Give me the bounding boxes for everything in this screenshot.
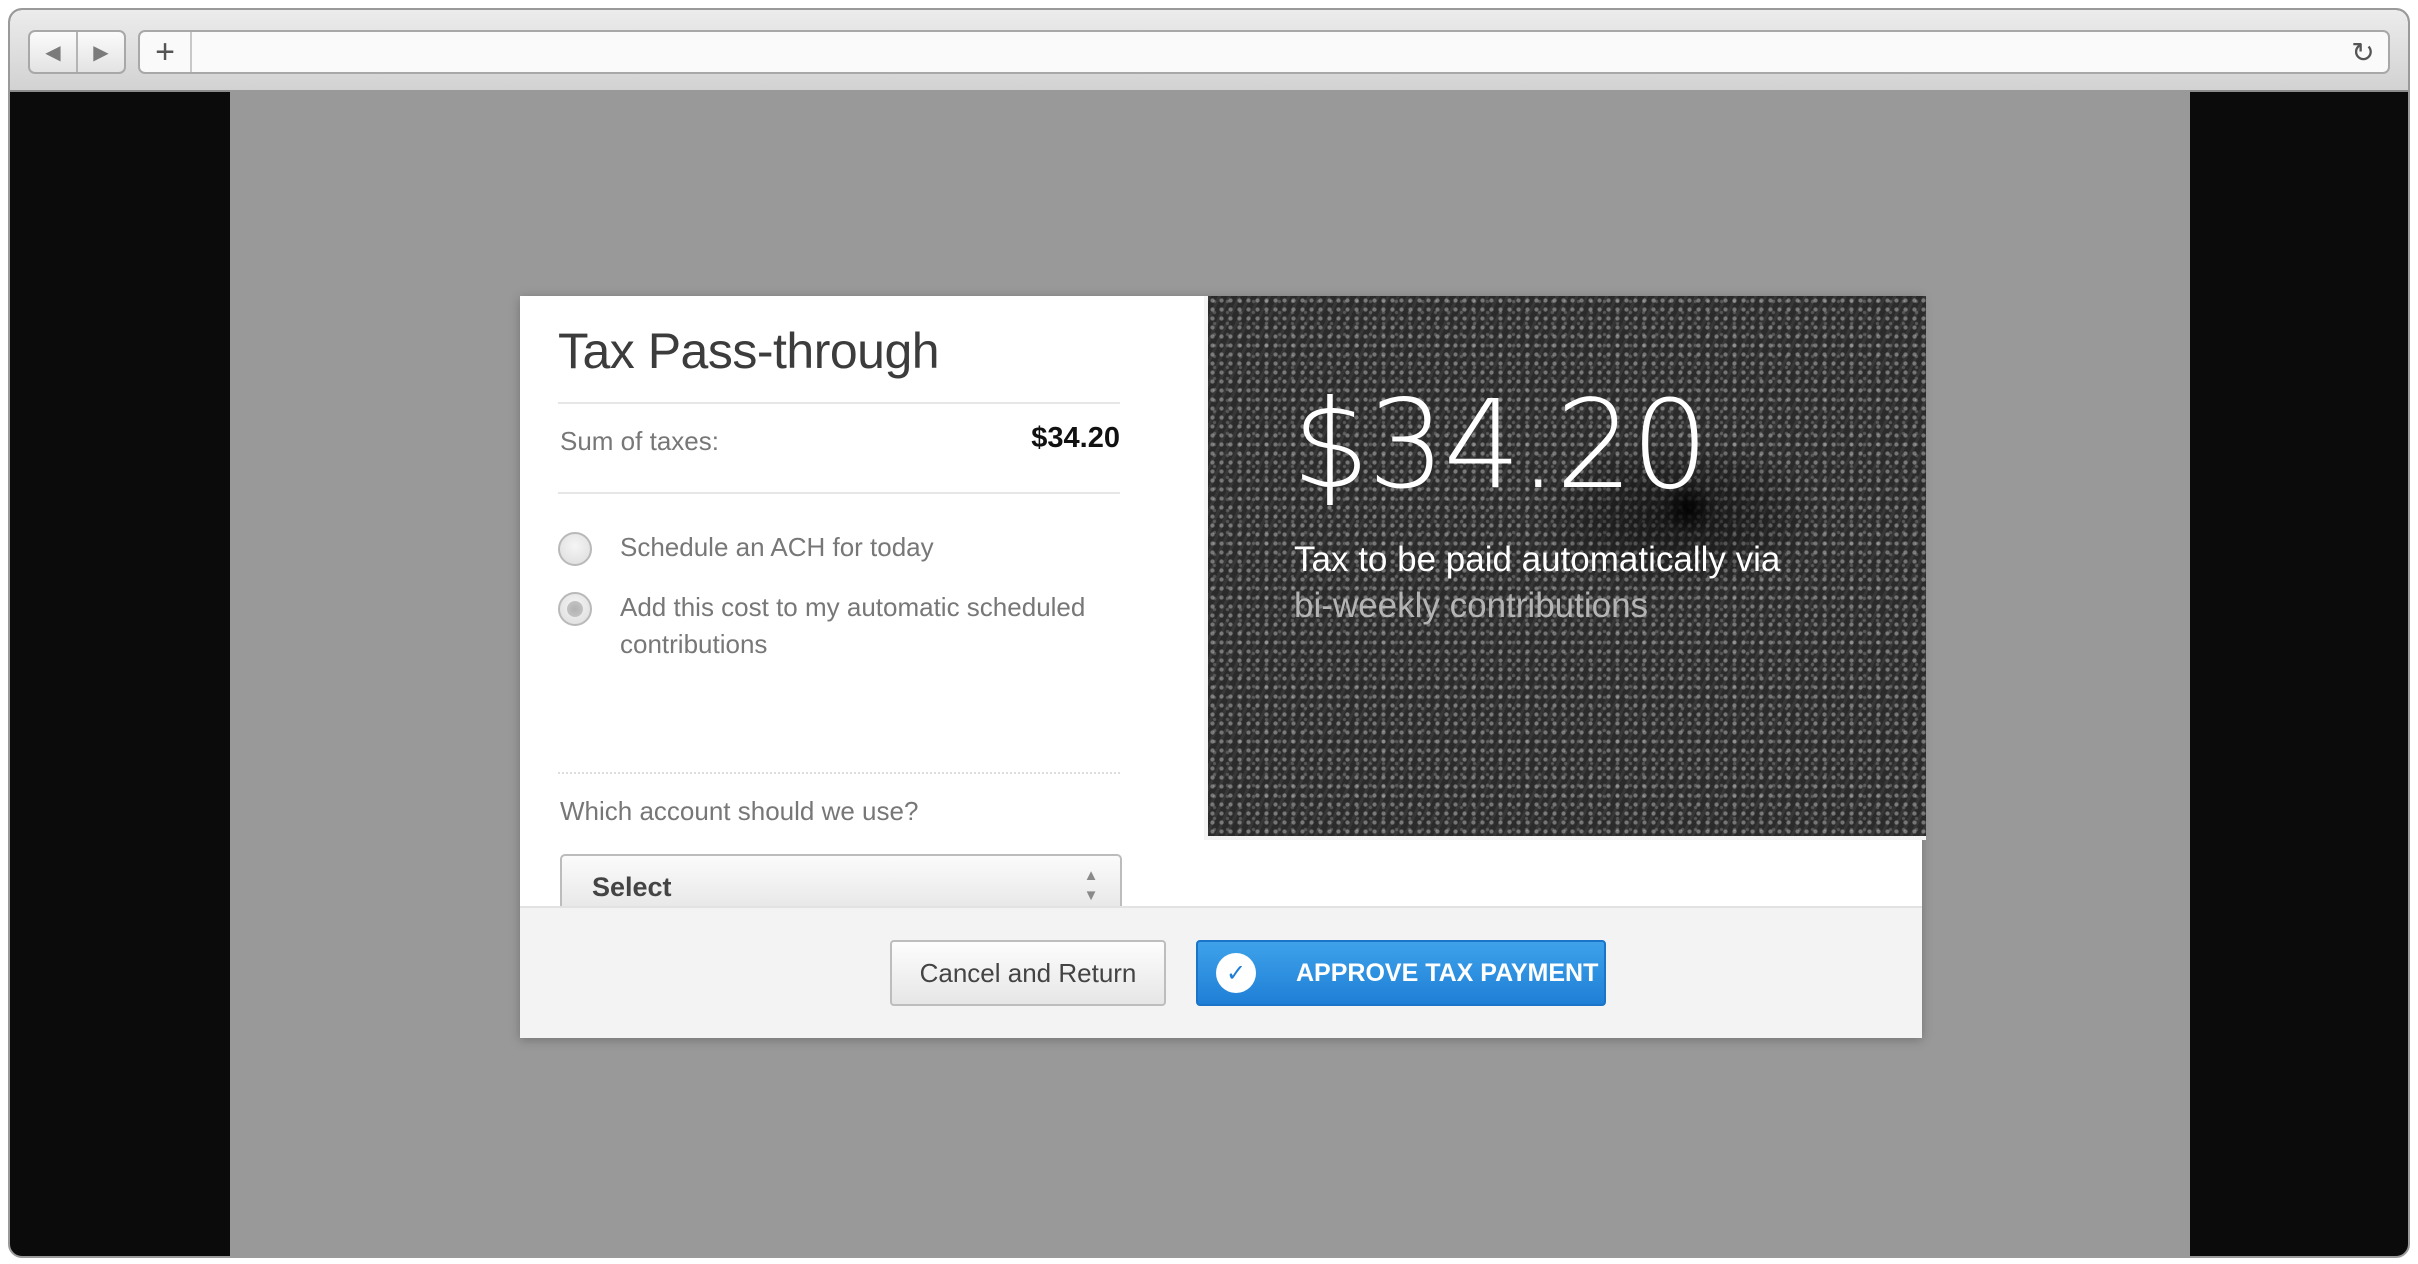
title-divider	[558, 402, 1120, 404]
hero-panel: $34.20 Tax to be paid automatically via …	[1204, 296, 1926, 840]
reload-button[interactable]: ↻	[2346, 35, 2380, 69]
forward-button[interactable]: ▶	[76, 32, 124, 72]
cancel-button-label: Cancel and Return	[919, 957, 1137, 988]
section-divider	[558, 772, 1120, 774]
check-icon: ✓	[1216, 953, 1256, 993]
back-button[interactable]: ◀	[30, 32, 76, 72]
cancel-button[interactable]: Cancel and Return	[890, 940, 1166, 1006]
radio-label: Schedule an ACH for today	[620, 532, 934, 562]
approve-tax-payment-button[interactable]: ✓ APPROVE TAX PAYMENT	[1196, 940, 1606, 1006]
account-question: Which account should we use?	[560, 796, 919, 826]
sum-label: Sum of taxes:	[560, 426, 719, 456]
sum-value: $34.20	[1031, 422, 1120, 454]
account-select-value: Select	[592, 872, 672, 902]
browser-window: ◀ ▶ + ↻ Tax Pass-through Sum of taxes: $…	[8, 8, 2410, 1258]
radio-label: Add this cost to my automatic scheduled …	[620, 592, 1086, 659]
option-add-to-contributions[interactable]: Add this cost to my automatic scheduled …	[558, 592, 1120, 663]
plus-icon: +	[155, 32, 175, 71]
approve-button-label: APPROVE TAX PAYMENT	[1296, 958, 1599, 987]
address-bar[interactable]: + ↻	[138, 30, 2390, 74]
tax-pass-through-dialog: Tax Pass-through Sum of taxes: $34.20 Sc…	[520, 296, 1926, 1038]
hero-caption-secondary: bi-weekly contributions	[1294, 586, 1649, 625]
hero-caption-primary: Tax to be paid automatically via	[1294, 540, 1781, 579]
dialog-footer: Cancel and Return ✓ APPROVE TAX PAYMENT	[520, 906, 1922, 1038]
new-tab-button[interactable]: +	[140, 32, 192, 72]
radio-schedule-ach[interactable]	[558, 532, 592, 566]
hero-amount: $34.20	[1292, 374, 1709, 516]
forward-icon: ▶	[93, 41, 109, 64]
nav-buttons: ◀ ▶	[28, 30, 126, 74]
select-arrows-icon: ▲ ▼	[1083, 867, 1099, 904]
modal-overlay: Tax Pass-through Sum of taxes: $34.20 Sc…	[230, 90, 2190, 1256]
radio-add-to-contributions[interactable]	[558, 592, 592, 626]
browser-toolbar: ◀ ▶ + ↻	[10, 10, 2408, 92]
back-icon: ◀	[45, 41, 61, 64]
option-schedule-ach[interactable]: Schedule an ACH for today	[558, 532, 934, 566]
dialog-title: Tax Pass-through	[558, 323, 940, 379]
sum-divider	[558, 492, 1120, 494]
reload-icon: ↻	[2351, 36, 2375, 68]
